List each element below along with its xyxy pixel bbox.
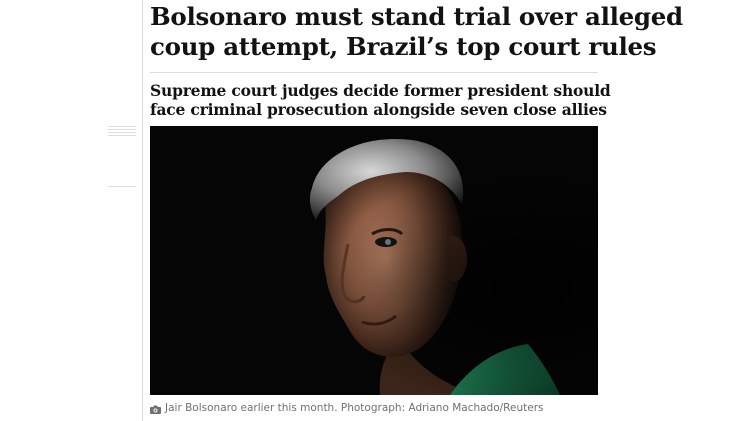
camera-icon	[150, 404, 161, 414]
gutter-rule	[108, 135, 136, 136]
gutter-rule	[108, 129, 136, 130]
gutter-rule	[108, 126, 136, 127]
gutter-rule	[108, 186, 136, 187]
gutter-rule-group	[108, 126, 136, 138]
gutter-rule	[108, 132, 136, 133]
photo-caption: Jair Bolsonaro earlier this month. Photo…	[150, 401, 710, 415]
headline-divider	[150, 72, 598, 73]
article-photo[interactable]	[150, 126, 598, 395]
article-headline: Bolsonaro must stand trial over alleged …	[150, 2, 683, 61]
caption-text: Jair Bolsonaro earlier this month. Photo…	[165, 402, 544, 414]
article-standfirst: Supreme court judges decide former presi…	[150, 81, 611, 119]
article-page: Bolsonaro must stand trial over alleged …	[0, 0, 750, 421]
left-column-rule	[142, 0, 143, 421]
portrait-illustration	[150, 126, 598, 395]
